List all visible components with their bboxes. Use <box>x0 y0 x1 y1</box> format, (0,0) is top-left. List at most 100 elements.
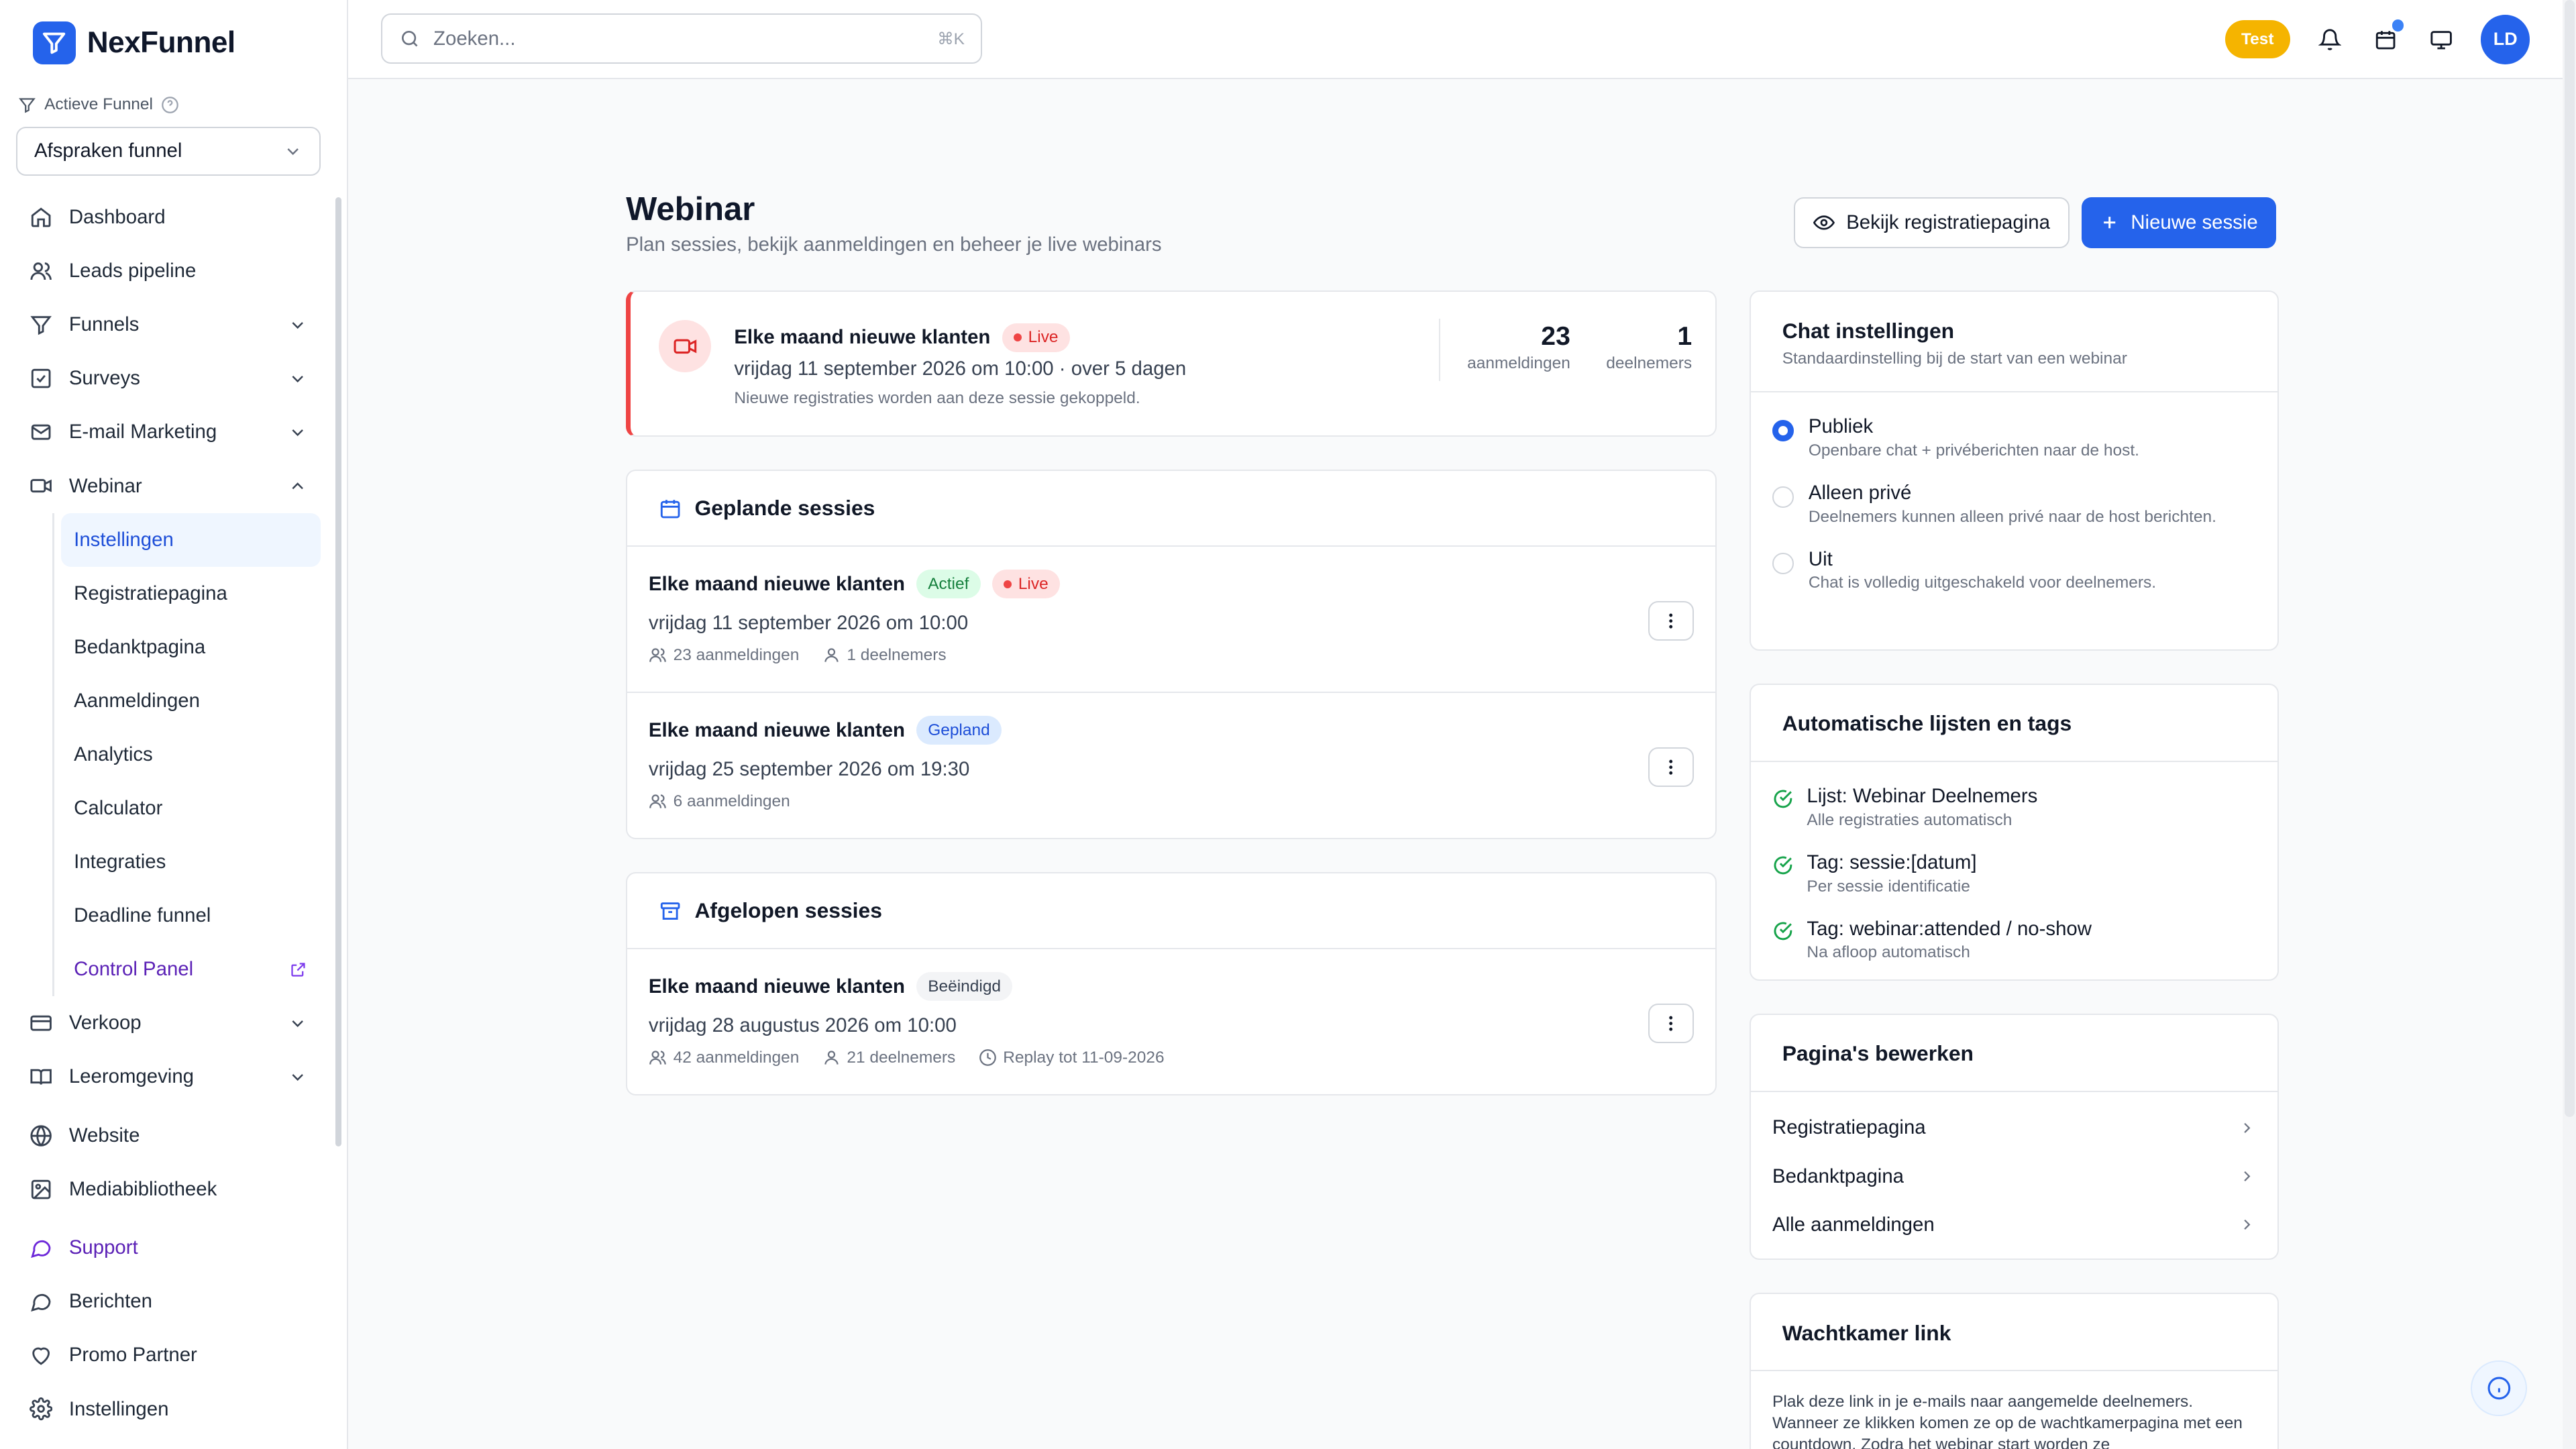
radio-button[interactable] <box>1772 420 1794 442</box>
registrations-text: 23 aanmeldingen <box>673 645 800 664</box>
edit-page-link-alle-aanmeldingen[interactable]: Alle aanmeldingen <box>1751 1201 2277 1249</box>
sidebar-item-control-panel[interactable]: Control Panel <box>61 943 321 996</box>
view-registration-button[interactable]: Bekijk registratiepagina <box>1794 197 2070 248</box>
more-options-button[interactable] <box>1648 1003 1695 1043</box>
chat-option-alleen-prive[interactable]: Alleen privé Deelnemers kunnen alleen pri… <box>1751 482 2277 527</box>
auto-list-description: Per sessie identificatie <box>1807 877 1970 896</box>
participants-meta: 21 deelnemers <box>822 1048 956 1067</box>
edit-page-link-registratiepagina[interactable]: Registratiepagina <box>1751 1104 2277 1152</box>
chevron-right-icon <box>2244 1220 2251 1230</box>
sidebar-item-calculator[interactable]: Calculator <box>61 782 321 835</box>
monitor-icon[interactable] <box>2425 23 2458 56</box>
brand[interactable]: NexFunnel <box>32 21 235 64</box>
sidebar-item-analytics[interactable]: Analytics <box>61 728 321 782</box>
session-row[interactable]: Elke maand nieuwe klanten Gepland vrijda… <box>627 693 1715 839</box>
globe-icon <box>30 1125 52 1146</box>
sidebar-item-integraties[interactable]: Integraties <box>61 835 321 889</box>
sidebar-item-email-marketing[interactable]: E-mail Marketing <box>16 405 320 459</box>
live-session-card[interactable]: Elke maand nieuwe klanten Live vrijdag 1… <box>626 290 1717 437</box>
sidebar-item-instellingen[interactable]: Instellingen <box>60 513 321 567</box>
option-label: Uit <box>1808 547 1833 570</box>
heart-icon <box>32 1348 50 1365</box>
sidebar-item-webinar[interactable]: Webinar <box>16 459 320 513</box>
sidebar-item-mediabibliotheek[interactable]: Mediabibliotheek <box>16 1163 320 1216</box>
sidebar-item-promo-partner[interactable]: Promo Partner <box>16 1328 320 1382</box>
sidebar-item-instellingen-main[interactable]: Instellingen <box>16 1382 320 1436</box>
chat-settings-header: Chat instellingen Standaardinstelling bi… <box>1751 292 2277 392</box>
auto-lists-title: Automatische lijsten en tags <box>1782 710 2072 735</box>
sidebar: NexFunnel Actieve Funnel Afspraken funne… <box>0 0 349 1449</box>
more-vertical-icon <box>1669 759 1673 775</box>
mail-icon <box>31 424 51 440</box>
sidebar-item-label: Verkoop <box>68 1012 142 1034</box>
info-button[interactable] <box>2471 1360 2527 1417</box>
sidebar-item-label: Analytics <box>74 743 153 765</box>
more-vertical-icon <box>1669 613 1673 629</box>
check-circle-icon <box>1774 922 1792 941</box>
option-description: Chat is volledig uitgeschakeld voor deel… <box>1808 574 2157 592</box>
sidebar-item-leads-pipeline[interactable]: Leads pipeline <box>16 244 320 298</box>
chat-option-uit[interactable]: Uit Chat is volledig uitgeschakeld voor d… <box>1751 548 2277 593</box>
option-description: Openbare chat + privéberichten naar de h… <box>1808 441 2139 460</box>
sidebar-scrollbar[interactable] <box>335 197 342 1147</box>
radio-button[interactable] <box>1772 486 1794 508</box>
edit-pages-header: Pagina's bewerken <box>1751 1015 2277 1093</box>
check-circle-icon <box>1774 790 1792 808</box>
replay-text: Replay tot 11-09-2026 <box>1003 1048 1165 1067</box>
sidebar-item-label: Support <box>68 1236 138 1259</box>
sidebar-item-label: Registratiepagina <box>74 582 227 604</box>
check-circle-icon <box>1774 856 1792 875</box>
sidebar-item-verkoop[interactable]: Verkoop <box>16 996 320 1050</box>
sidebar-item-bedanktpagina[interactable]: Bedanktpagina <box>61 621 321 674</box>
auto-lists-header: Automatische lijsten en tags <box>1751 685 2277 762</box>
replay-meta: Replay tot 11-09-2026 <box>979 1049 1165 1067</box>
sidebar-item-label: Dashboard <box>68 206 166 229</box>
book-icon <box>30 1069 52 1085</box>
bell-icon[interactable] <box>2313 23 2346 56</box>
clock-icon <box>979 1049 996 1067</box>
past-sessions-title: Afgelopen sessies <box>694 898 882 923</box>
session-row[interactable]: Elke maand nieuwe klanten Actief Live vr… <box>627 547 1716 693</box>
sidebar-item-label: Instellingen <box>68 1397 169 1420</box>
auto-list-item: Tag: sessie:[datum] Per sessie identifica… <box>1751 851 2277 896</box>
edit-pages-title: Pagina's bewerken <box>1782 1041 1974 1066</box>
sidebar-item-aanmeldingen[interactable]: Aanmeldingen <box>61 674 321 728</box>
sidebar-item-surveys[interactable]: Surveys <box>16 352 320 405</box>
plus-icon <box>2103 217 2116 229</box>
sidebar-item-berichten[interactable]: Berichten <box>16 1275 320 1328</box>
radio-button[interactable] <box>1772 552 1794 574</box>
sidebar-item-label: Calculator <box>74 796 163 819</box>
search-input[interactable]: Zoeken... ⌘K <box>381 13 983 64</box>
sidebar-item-label: Mediabibliotheek <box>68 1177 217 1200</box>
more-options-button[interactable] <box>1648 600 1695 641</box>
chat-option-publiek[interactable]: Publiek Openbare chat + privéberichten na… <box>1751 415 2277 460</box>
more-options-button[interactable] <box>1648 747 1695 787</box>
sidebar-item-support[interactable]: Support <box>16 1221 320 1275</box>
sidebar-item-label: Webinar <box>68 474 142 497</box>
test-badge[interactable]: Test <box>2224 20 2290 59</box>
new-session-button[interactable]: Nieuwe sessie <box>2081 197 2276 248</box>
participants-text: 1 deelnemers <box>847 645 947 664</box>
help-icon <box>162 96 179 113</box>
sidebar-item-website[interactable]: Website <box>16 1109 320 1163</box>
sidebar-item-deadline-funnel[interactable]: Deadline funnel <box>61 889 321 943</box>
sidebar-item-registratiepagina[interactable]: Registratiepagina <box>61 567 321 621</box>
sidebar-item-leeromgeving[interactable]: Leeromgeving <box>16 1050 320 1104</box>
participants-text: 21 deelnemers <box>847 1048 956 1067</box>
sidebar-item-label: Integraties <box>74 851 166 873</box>
page-scrollbar[interactable] <box>2563 0 2576 1449</box>
page-subtitle: Plan sessies, bekijk aanmeldingen en beh… <box>626 233 1162 256</box>
edit-page-link-bedanktpagina[interactable]: Bedanktpagina <box>1751 1152 2277 1201</box>
filter-icon <box>19 97 36 113</box>
notification-dot <box>2392 19 2404 32</box>
session-row[interactable]: Elke maand nieuwe klanten Beëindigd vrij… <box>627 949 1715 1095</box>
message-icon <box>31 1294 51 1312</box>
sidebar-item-dashboard[interactable]: Dashboard <box>16 191 320 244</box>
funnel-select[interactable]: Afspraken funnel <box>16 126 321 176</box>
option-description: Deelnemers kunnen alleen privé naar de h… <box>1808 507 2216 526</box>
avatar[interactable]: LD <box>2481 15 2530 64</box>
status-badge: Actief <box>916 570 981 599</box>
auto-list-description: Alle registraties automatisch <box>1807 811 2012 830</box>
calendar-icon[interactable] <box>2369 19 2404 56</box>
sidebar-item-funnels[interactable]: Funnels <box>16 298 320 352</box>
